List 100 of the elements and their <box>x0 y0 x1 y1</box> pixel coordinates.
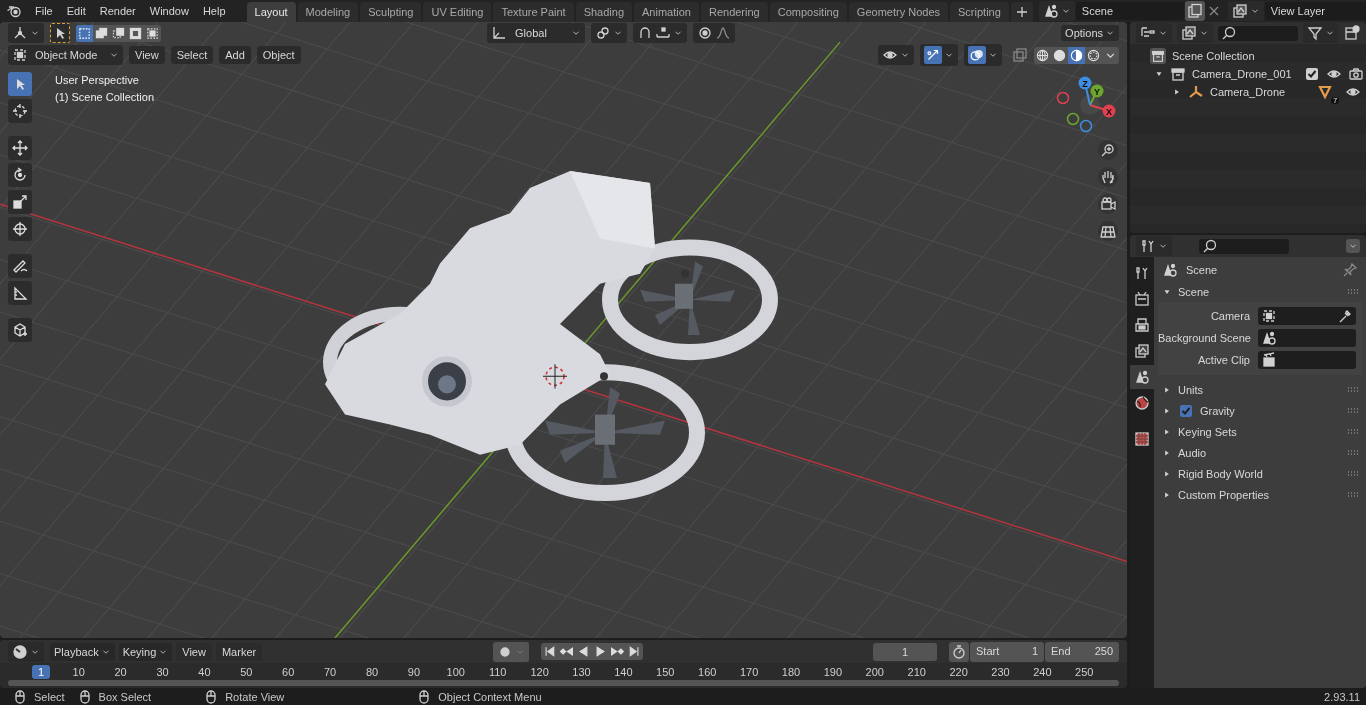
visibility-button[interactable] <box>878 45 914 65</box>
checkbox[interactable] <box>1178 402 1194 419</box>
property-field[interactable] <box>1258 329 1356 347</box>
eyedropper-icon[interactable] <box>1337 308 1353 324</box>
header-menu[interactable]: Select <box>170 46 214 64</box>
add-workspace-button[interactable] <box>1010 2 1033 22</box>
outliner-item[interactable]: Camera_Drone <box>1210 86 1286 98</box>
workspace-tab[interactable]: Scripting <box>950 2 1009 22</box>
select-new-icon[interactable] <box>76 24 93 42</box>
move-tool[interactable] <box>8 136 32 160</box>
transform-tool[interactable] <box>8 217 32 241</box>
workspace-tab[interactable]: UV Editing <box>423 2 492 22</box>
header-menu[interactable]: Marker <box>215 642 263 661</box>
material-shading-button[interactable] <box>1068 46 1085 64</box>
menu-item[interactable]: Edit <box>59 2 93 20</box>
camera-icon[interactable] <box>1347 66 1364 82</box>
workspace-tab[interactable]: Shading <box>575 2 633 22</box>
search-field[interactable] <box>1218 25 1298 41</box>
scale-tool[interactable] <box>8 190 32 214</box>
rotate-tool[interactable] <box>8 163 32 187</box>
proportional-edit-button[interactable] <box>693 23 736 43</box>
header-menu[interactable]: View <box>129 46 165 64</box>
annotate-tool[interactable] <box>8 254 32 278</box>
menu-item[interactable]: Render <box>92 2 143 20</box>
navigation-gizmo[interactable]: X Y Z <box>1050 73 1125 138</box>
timeline-scrollbar[interactable] <box>8 680 1119 686</box>
panel-header[interactable]: Gravity <box>1200 404 1235 417</box>
end-frame-field[interactable]: End 250 <box>1045 641 1119 662</box>
property-field[interactable] <box>1258 351 1356 369</box>
search-field[interactable] <box>1199 238 1289 254</box>
add-cube-tool[interactable] <box>8 318 32 342</box>
view-layer-name-field[interactable]: View Layer <box>1264 2 1366 20</box>
filter-mode-button[interactable] <box>1177 23 1213 43</box>
property-field[interactable] <box>1258 307 1356 325</box>
camera-icon[interactable] <box>1098 194 1118 214</box>
playhead[interactable]: 1 <box>32 665 50 679</box>
workspace-tab[interactable]: Rendering <box>700 2 768 22</box>
view-layer-type-button[interactable] <box>1227 1 1264 21</box>
3d-viewport[interactable]: Global Options Object Mode View Select Add Object User Perspective (1) Scene Collection X Y Z <box>0 22 1127 638</box>
header-menu[interactable]: View <box>176 642 212 661</box>
mode-dropdown[interactable]: Object Mode <box>8 45 123 65</box>
filter-button[interactable] <box>1303 23 1339 43</box>
grid-icon[interactable] <box>1098 221 1118 241</box>
select-tool[interactable] <box>8 72 32 96</box>
pivot-point-button[interactable] <box>591 23 628 43</box>
editor-type-button[interactable] <box>1136 236 1172 256</box>
blender-logo-icon[interactable] <box>6 3 22 19</box>
gizmo-toggle[interactable] <box>920 44 958 66</box>
workspace-tab[interactable]: Layout <box>246 2 296 22</box>
x-ray-icon[interactable] <box>1012 47 1028 63</box>
timeline-dropdown[interactable]: Playback <box>50 642 115 661</box>
transform-orientation-dropdown[interactable]: Global <box>487 23 586 43</box>
workspace-tab[interactable]: Compositing <box>769 2 847 22</box>
panel-header[interactable]: Custom Properties <box>1178 488 1270 501</box>
workspace-tab[interactable]: Sculpting <box>360 2 422 22</box>
workspace-tab[interactable]: Geometry Nodes <box>848 2 948 22</box>
scene-name-field[interactable]: Scene <box>1075 2 1184 20</box>
outliner-item[interactable]: Camera_Drone_001 <box>1192 68 1292 80</box>
cursor-tool[interactable] <box>8 99 32 123</box>
frame-number: 10 <box>72 666 85 678</box>
editor-type-button[interactable] <box>8 23 44 43</box>
options-dropdown[interactable]: Options <box>1061 25 1119 41</box>
search-icon <box>1202 238 1218 254</box>
measure-tool[interactable] <box>8 281 32 305</box>
menu-item[interactable]: Help <box>195 2 233 20</box>
panel-header[interactable]: Rigid Body World <box>1178 467 1263 480</box>
menu-item[interactable]: Window <box>142 2 196 20</box>
preview-range-button[interactable] <box>949 641 969 662</box>
pin-icon[interactable] <box>1342 262 1358 278</box>
scene-tab[interactable] <box>1130 365 1154 389</box>
panel-header[interactable]: Keying Sets <box>1178 425 1237 438</box>
menu-item[interactable]: File <box>28 2 60 20</box>
start-frame-field[interactable]: Start 1 <box>970 641 1044 662</box>
workspace-tab[interactable]: Animation <box>634 2 699 22</box>
current-frame-field[interactable]: 1 <box>873 642 937 661</box>
checkbox[interactable] <box>1303 66 1320 82</box>
header-menu[interactable]: Object <box>256 46 301 64</box>
axes-icon <box>12 25 28 41</box>
frame-number: 40 <box>198 666 211 678</box>
workspace-tab[interactable]: Modeling <box>297 2 359 22</box>
viewport-info-text: User Perspective <box>55 74 140 86</box>
clock-icon <box>12 643 28 660</box>
zoom-icon[interactable] <box>1098 140 1118 160</box>
record-button[interactable] <box>492 641 529 662</box>
new-collection-icon[interactable] <box>1344 25 1360 41</box>
duplicate-scene-button[interactable] <box>1184 1 1205 21</box>
panel-header[interactable]: Audio <box>1178 446 1207 459</box>
active-tool-button[interactable] <box>50 23 70 43</box>
hand-icon[interactable] <box>1098 167 1118 187</box>
panel-header[interactable]: Scene <box>1178 285 1210 298</box>
timeline-dropdown[interactable]: Keying <box>118 642 173 661</box>
outliner-item[interactable]: Scene Collection <box>1172 50 1255 62</box>
editor-type-button[interactable] <box>8 641 44 662</box>
header-menu[interactable]: Add <box>219 46 251 64</box>
panel-header[interactable]: Units <box>1178 383 1204 396</box>
snap-button[interactable] <box>633 23 688 43</box>
overlay-toggle[interactable] <box>964 44 1002 66</box>
display-mode-button[interactable] <box>1136 23 1172 43</box>
scene-type-button[interactable] <box>1038 1 1075 21</box>
workspace-tab[interactable]: Texture Paint <box>493 2 574 22</box>
